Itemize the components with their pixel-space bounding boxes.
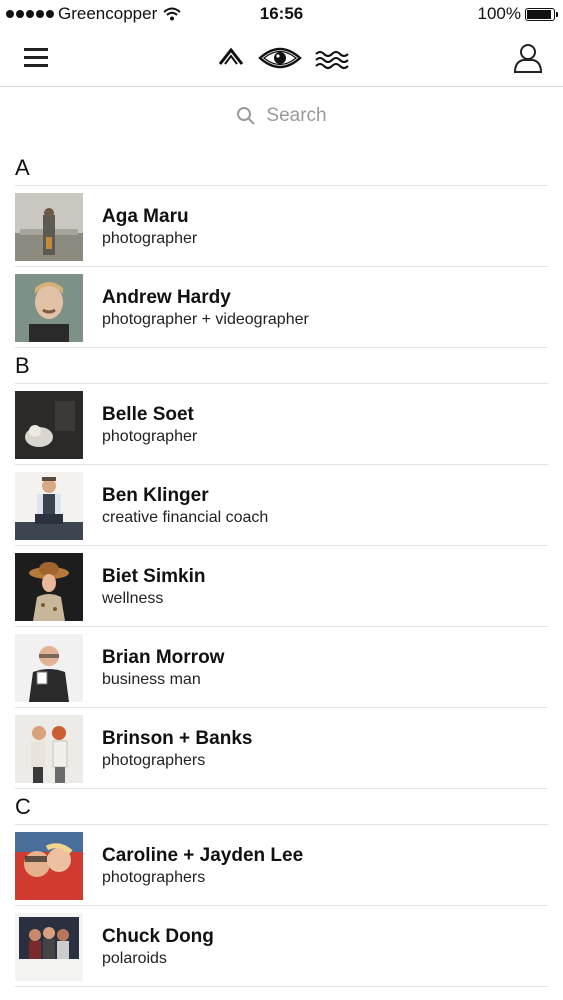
contact-name: Ben Klinger [102,485,209,506]
contact-name: Biet Simkin [102,566,206,587]
contact-list-item[interactable]: Ben Klinger creative financial coach [0,465,563,546]
status-bar: Greencopper 16:56 100% [0,0,563,30]
section-header-b: B [0,348,563,384]
contact-role: polaroids [102,950,167,967]
section-header-a: A [0,150,563,186]
contact-name: Aga Maru [102,206,189,227]
contact-role: creative financial coach [102,509,269,526]
contact-role: wellness [102,590,164,607]
nav-bar [0,30,563,87]
hamburger-menu-icon[interactable] [24,46,48,68]
battery-percent: 100% [477,4,521,23]
contact-avatar [15,715,83,783]
contact-name: Chuck Dong [102,926,214,947]
contact-name: Caroline + Jayden Lee [102,845,304,866]
contact-list-item[interactable]: Brian Morrow business man [0,627,563,708]
contact-avatar [15,913,83,981]
contact-name: Brian Morrow [102,647,225,668]
contact-avatar [15,472,83,540]
contact-list-item[interactable]: Chuck Dong polaroids [0,906,563,987]
contact-avatar [15,553,83,621]
contact-list-item[interactable]: Caroline + Jayden Lee photographers [0,825,563,906]
contact-name: Brinson + Banks [102,728,253,749]
contact-avatar [15,193,83,261]
contact-role: photographers [102,752,206,769]
search-icon [237,107,256,125]
contact-role: photographer + videographer [102,311,309,328]
user-profile-icon[interactable] [513,42,543,74]
contact-list-item[interactable]: Brinson + Banks photographers [0,708,563,789]
contact-list-item[interactable]: Aga Maru photographer [0,186,563,267]
contact-role: photographer [102,428,198,445]
contact-avatar [15,274,83,342]
search-input[interactable]: Search [0,96,563,136]
contact-list: A Aga Maru photographer Andrew Hardy photogr… [0,150,563,987]
eye-logo-icon [218,47,349,69]
contact-list-item[interactable]: Belle Soet photographer [0,384,563,465]
section-header-c: C [0,789,563,825]
battery-icon [525,7,558,21]
contact-role: photographer [102,230,198,247]
contact-name: Belle Soet [102,404,194,425]
contact-role: photographers [102,869,206,886]
contact-list-item[interactable]: Andrew Hardy photographer + videographer [0,267,563,348]
contact-name: Andrew Hardy [102,287,231,308]
contact-list-item[interactable]: Biet Simkin wellness [0,546,563,627]
contact-avatar [15,391,83,459]
battery-fill [527,9,551,19]
contact-role: business man [102,671,201,688]
contact-avatar [15,832,83,900]
search-placeholder: Search [266,105,327,126]
battery-info: 100% [477,4,558,24]
contact-avatar [15,634,83,702]
